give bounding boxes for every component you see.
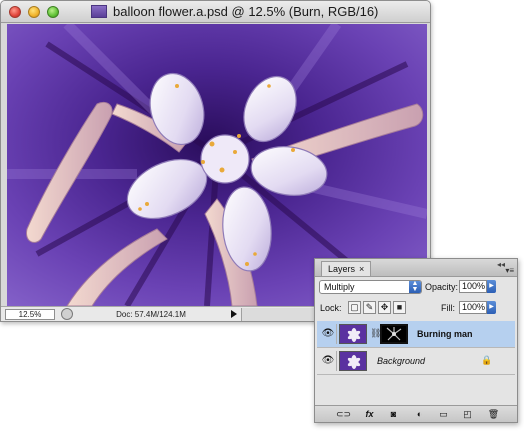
new-layer-icon[interactable]: ◰ <box>459 408 476 420</box>
opacity-field[interactable]: 100% <box>459 280 487 293</box>
panel-footer: ⊂⊃ fx ◙ ◐ ▭ ◰ 🗑 <box>315 405 517 422</box>
panel-collapse-icon[interactable]: ◂◂ <box>497 260 505 269</box>
document-title: balloon flower.a.psd @ 12.5% (Burn, RGB/… <box>113 4 379 19</box>
select-arrows-icon: ▲ ▼ <box>409 280 421 293</box>
layer-thumbnail[interactable] <box>339 351 367 371</box>
lock-label: Lock: <box>320 303 342 313</box>
blend-mode-select[interactable]: Multiply ▲ ▼ <box>319 280 422 294</box>
layer-thumbnail[interactable] <box>339 324 367 344</box>
lock-icon: 🔒 <box>481 355 493 365</box>
link-layers-icon[interactable]: ⊂⊃ <box>335 408 352 420</box>
layer-name[interactable]: Burning man <box>417 329 473 339</box>
tab-close-icon[interactable]: × <box>359 264 364 274</box>
tab-layers[interactable]: Layers × <box>321 261 372 276</box>
layer-name[interactable]: Background <box>377 356 425 366</box>
layer-style-fx-icon[interactable]: fx <box>361 408 378 420</box>
add-mask-icon[interactable]: ◙ <box>385 408 402 420</box>
eye-icon[interactable]: 👁 <box>320 324 337 344</box>
layer-row-burning-man[interactable]: 👁 ⛓ Burning man <box>317 321 515 348</box>
tab-layers-label: Layers <box>328 264 356 274</box>
opacity-label: Opacity: <box>425 282 459 292</box>
zoom-window-button[interactable] <box>47 6 59 18</box>
panel-header: Layers × ◂◂ ▾≡ <box>315 259 517 277</box>
title-bar[interactable]: balloon flower.a.psd @ 12.5% (Burn, RGB/… <box>1 1 430 23</box>
fill-label: Fill: <box>441 303 455 313</box>
trash-icon[interactable]: 🗑 <box>485 408 502 420</box>
layers-panel: Layers × ◂◂ ▾≡ Multiply ▲ ▼ Opacity: 100% … <box>314 258 518 423</box>
panel-menu-icon[interactable]: ▾≡ <box>505 266 514 275</box>
fill-field[interactable]: 100% <box>459 301 487 314</box>
document-size-readout: Doc: 57.4M/124.1M <box>116 310 186 319</box>
opacity-slider-arrow-icon[interactable]: ▶ <box>487 280 496 293</box>
close-window-button[interactable] <box>9 6 21 18</box>
status-menu-arrow-icon[interactable] <box>231 310 237 318</box>
zoom-level-field[interactable]: 12.5% <box>5 309 55 320</box>
psd-file-icon <box>91 5 107 18</box>
layer-row-background[interactable]: 👁 Background 🔒 <box>317 348 515 375</box>
lock-image-pixels-button[interactable]: ✎ <box>363 301 376 314</box>
eye-icon[interactable]: 👁 <box>320 351 337 371</box>
minimize-window-button[interactable] <box>28 6 40 18</box>
lock-all-button[interactable]: ■ <box>393 301 406 314</box>
layer-thumbnail-image <box>340 325 366 343</box>
layer-mask-thumbnail[interactable] <box>380 324 408 344</box>
fill-slider-arrow-icon[interactable]: ▶ <box>487 301 496 314</box>
lock-transparent-pixels-button[interactable]: ▢ <box>348 301 361 314</box>
adjustment-layer-icon[interactable]: ◐ <box>411 408 428 420</box>
new-group-icon[interactable]: ▭ <box>435 408 452 420</box>
lock-position-button[interactable]: ✥ <box>378 301 391 314</box>
layer-mask-image <box>382 326 406 342</box>
status-info-icon[interactable] <box>61 308 73 320</box>
blend-mode-value: Multiply <box>324 282 355 292</box>
layer-thumbnail-image <box>340 352 366 370</box>
